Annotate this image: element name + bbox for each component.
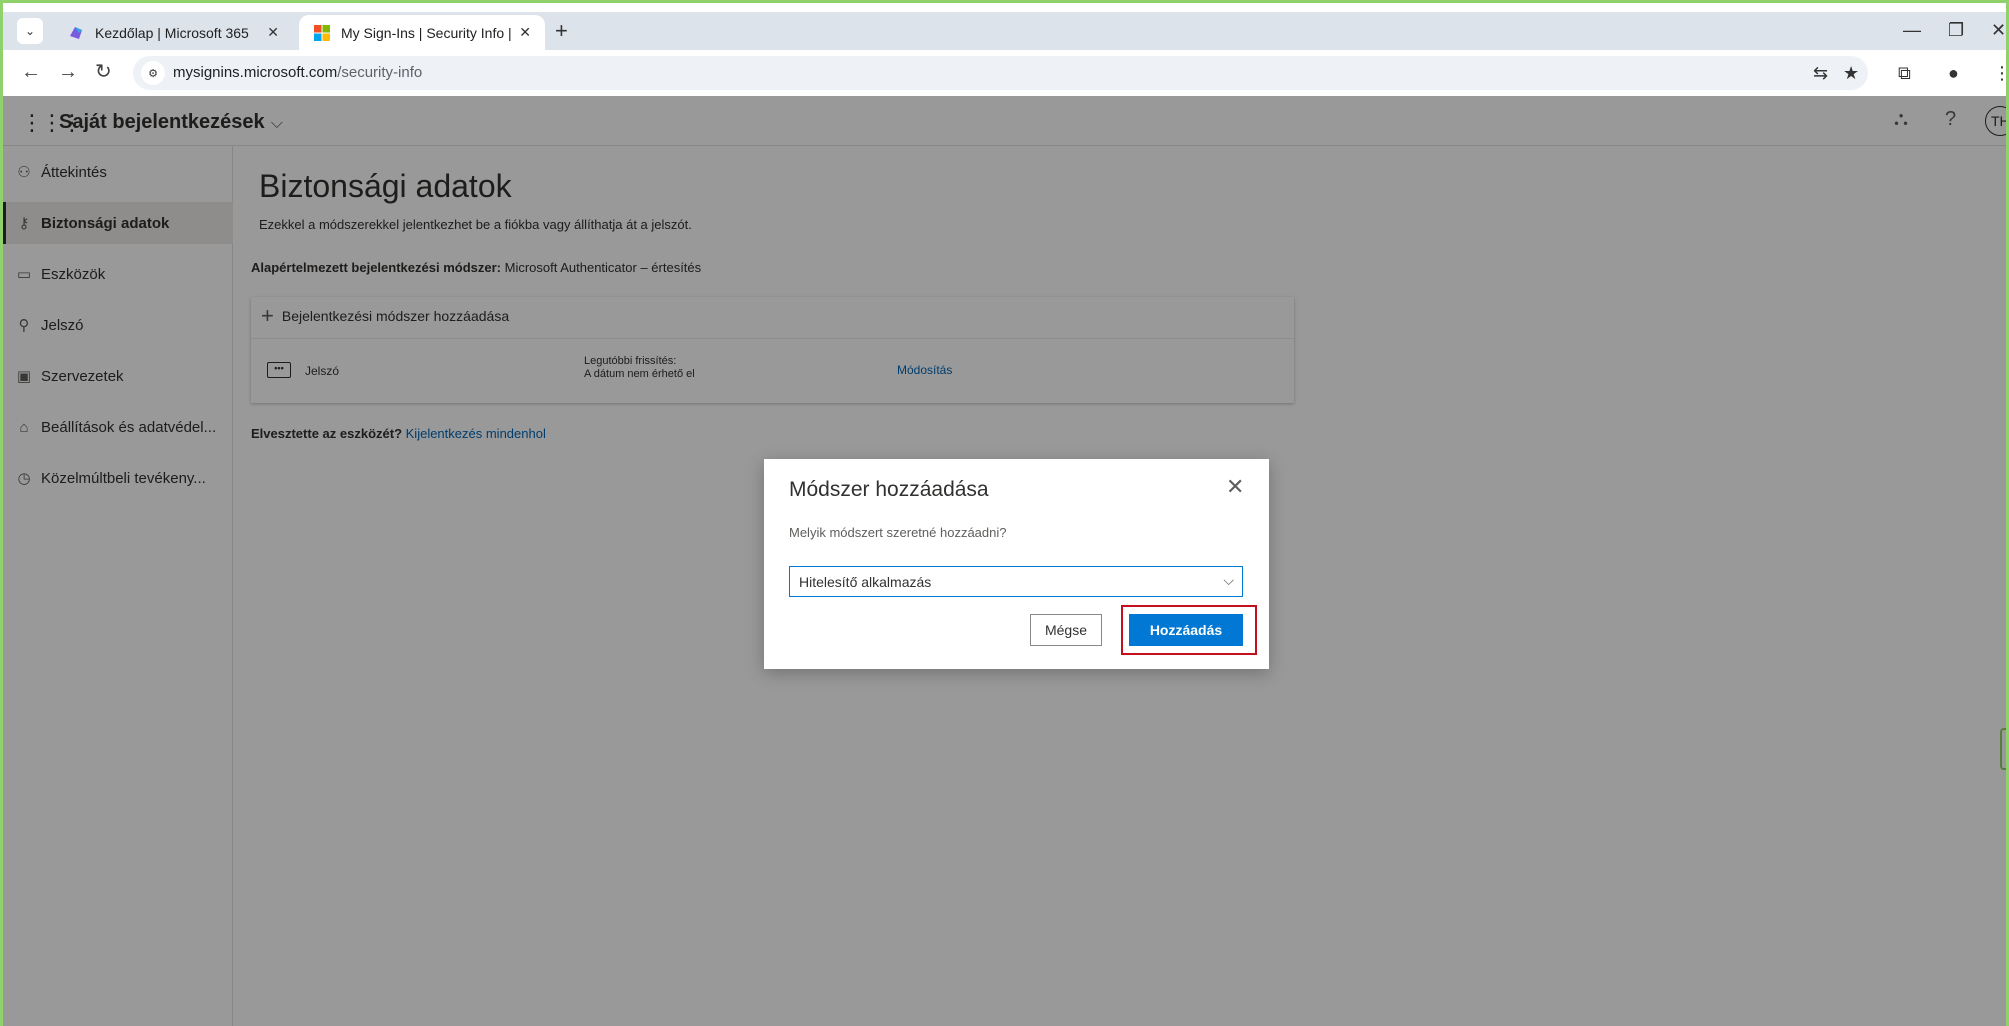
screenshot-frame bbox=[0, 0, 2009, 1026]
